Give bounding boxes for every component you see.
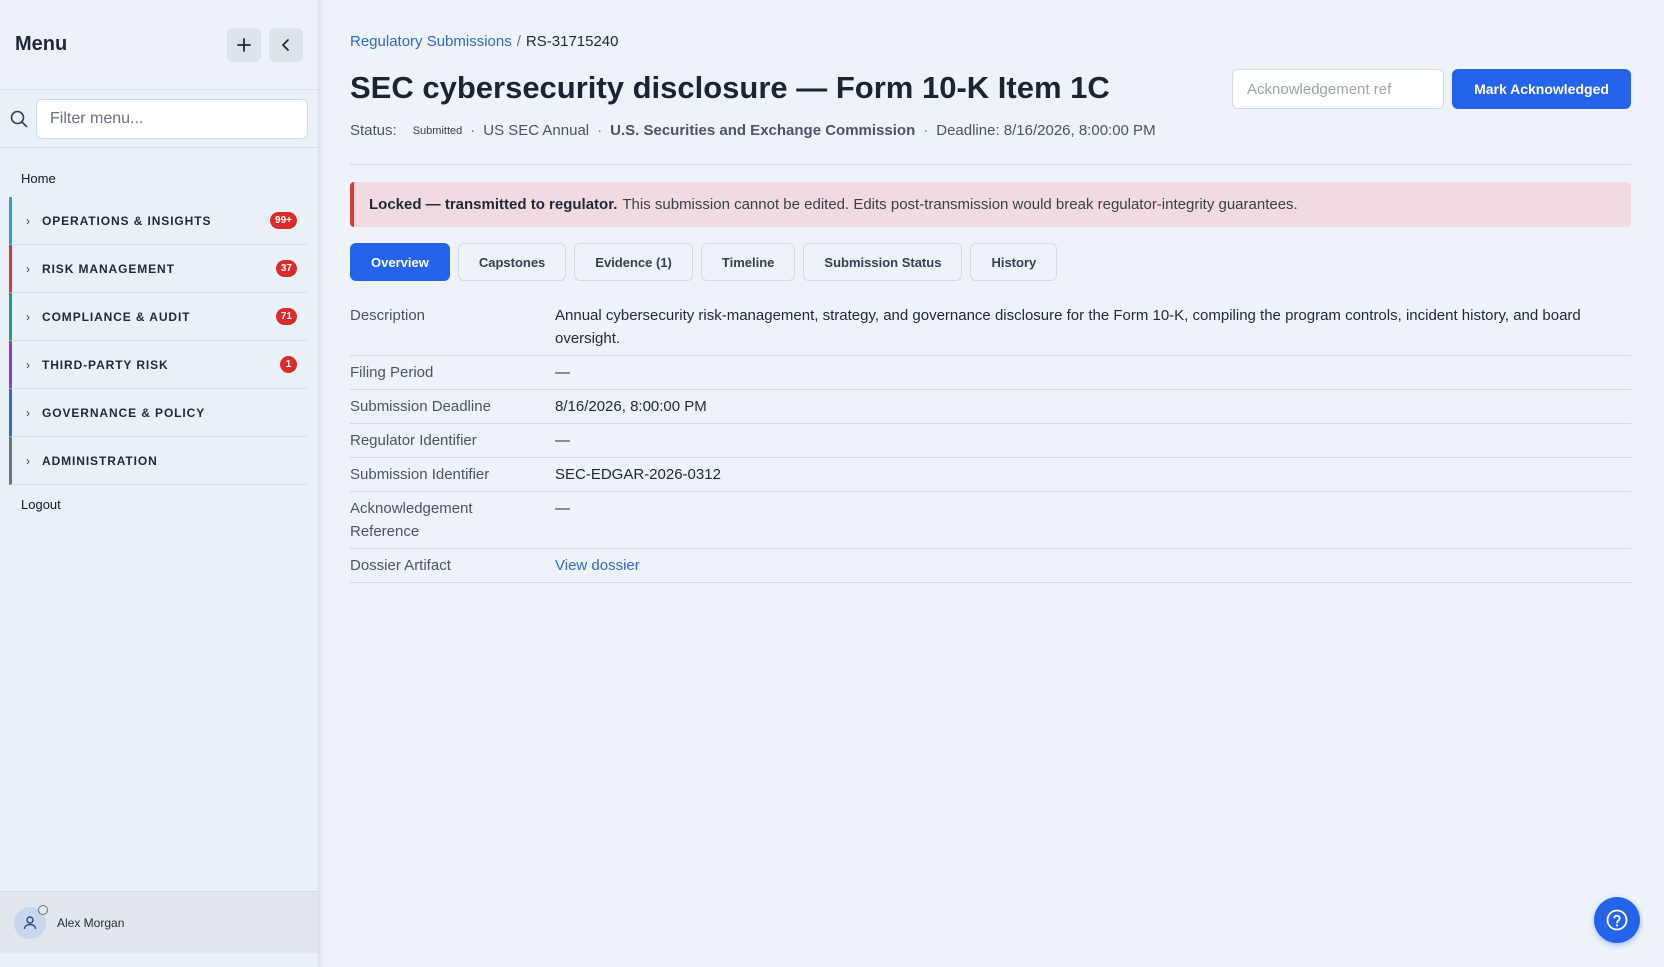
- sidebar-group-risk-management[interactable]: › RISK MANAGEMENT 37: [9, 245, 308, 293]
- avatar: [14, 904, 48, 939]
- view-dossier-link[interactable]: View dossier: [555, 554, 1631, 577]
- detail-row-submission-identifier: Submission Identifier SEC-EDGAR-2026-031…: [350, 458, 1631, 492]
- meta-separator: ·: [470, 122, 476, 139]
- sidebar-group-label: ADMINISTRATION: [42, 453, 158, 468]
- detail-value: Annual cybersecurity risk-management, st…: [555, 307, 1581, 347]
- tab-overview[interactable]: Overview: [350, 243, 450, 281]
- detail-row-filing-period: Filing Period —: [350, 356, 1631, 390]
- sidebar-group-operations-insights[interactable]: › OPERATIONS & INSIGHTS 99+: [9, 197, 308, 245]
- detail-key: Acknowledgement Reference: [350, 500, 473, 540]
- detail-key: Dossier Artifact: [350, 557, 451, 574]
- user-icon: [23, 915, 37, 929]
- sidebar: Menu Home › OPERATIONS & INSIGHTS 99+ › …: [0, 0, 319, 967]
- status-label: Status:: [350, 122, 397, 139]
- settings-dot-icon: [38, 904, 48, 915]
- regulator-label: U.S. Securities and Exchange Commission: [610, 122, 916, 139]
- tab-history[interactable]: History: [970, 243, 1058, 281]
- meta-separator: ·: [597, 122, 603, 139]
- search-icon: [10, 110, 28, 127]
- help-icon: [1606, 909, 1628, 931]
- header-divider: [350, 164, 1631, 165]
- tab-capstones[interactable]: Capstones: [457, 243, 567, 281]
- chevron-right-icon: ›: [26, 357, 30, 372]
- tab-submission-status[interactable]: Submission Status: [803, 243, 963, 281]
- locked-banner-text: This submission cannot be edited. Edits …: [622, 196, 1298, 213]
- user-name: Alex Morgan: [57, 915, 125, 930]
- tab-evidence[interactable]: Evidence (1): [574, 243, 693, 281]
- meta-separator: ·: [923, 122, 929, 139]
- help-button[interactable]: [1594, 897, 1640, 943]
- breadcrumb-current: RS-31715240: [525, 33, 619, 50]
- detail-row-dossier-artifact: Dossier Artifact View dossier: [350, 549, 1631, 583]
- sidebar-group-governance-policy[interactable]: › GOVERNANCE & POLICY: [9, 389, 308, 437]
- sidebar-item-logout[interactable]: Logout: [0, 485, 318, 523]
- detail-key: Submission Identifier: [350, 466, 490, 483]
- submission-meta: Status: Submitted · US SEC Annual · U.S.…: [350, 122, 1156, 139]
- detail-value: —: [555, 364, 570, 381]
- detail-row-regulator-identifier: Regulator Identifier —: [350, 424, 1631, 458]
- chevron-right-icon: ›: [26, 261, 30, 276]
- detail-row-description: Description Annual cybersecurity risk-ma…: [350, 299, 1631, 356]
- breadcrumb-separator: /: [516, 33, 521, 50]
- mark-acknowledged-button[interactable]: Mark Acknowledged: [1452, 69, 1631, 109]
- sidebar-item-home[interactable]: Home: [0, 159, 318, 197]
- detail-key: Description: [350, 307, 426, 324]
- page-title: SEC cybersecurity disclosure — Form 10-K…: [350, 70, 1110, 105]
- sidebar-header: Menu: [0, 0, 318, 90]
- count-badge: 99+: [270, 212, 297, 229]
- detail-row-acknowledgement-reference: Acknowledgement Reference —: [350, 492, 1631, 549]
- detail-key: Regulator Identifier: [350, 432, 477, 449]
- breadcrumb: Regulatory Submissions / RS-31715240: [350, 33, 619, 50]
- sidebar-group-compliance-audit[interactable]: › COMPLIANCE & AUDIT 71: [9, 293, 308, 341]
- details-table: Description Annual cybersecurity risk-ma…: [350, 299, 1631, 583]
- chevron-right-icon: ›: [26, 405, 30, 420]
- filter-menu-input[interactable]: [36, 98, 308, 139]
- sidebar-group-label: COMPLIANCE & AUDIT: [42, 309, 191, 324]
- sidebar-group-third-party-risk[interactable]: › THIRD-PARTY RISK 1: [9, 341, 308, 389]
- sidebar-group-label: GOVERNANCE & POLICY: [42, 405, 206, 420]
- framework-label: US SEC Annual: [483, 122, 590, 139]
- sidebar-group-label: RISK MANAGEMENT: [42, 261, 175, 276]
- chevron-left-icon: [282, 38, 289, 51]
- chevron-right-icon: ›: [26, 453, 30, 468]
- sidebar-title: Menu: [15, 33, 68, 55]
- detail-row-submission-deadline: Submission Deadline 8/16/2026, 8:00:00 P…: [350, 390, 1631, 424]
- locked-banner: Locked — transmitted to regulator. This …: [350, 182, 1631, 227]
- sidebar-group-administration[interactable]: › ADMINISTRATION: [9, 437, 308, 485]
- detail-value: 8/16/2026, 8:00:00 PM: [555, 398, 707, 415]
- sidebar-filter: [0, 90, 318, 148]
- detail-key: Filing Period: [350, 364, 434, 381]
- add-button[interactable]: [227, 27, 261, 62]
- detail-value: —: [555, 432, 570, 449]
- count-badge: 71: [275, 308, 297, 325]
- main-content: Regulatory Submissions / RS-31715240 SEC c…: [350, 0, 1631, 967]
- locked-banner-title: Locked — transmitted to regulator.: [369, 196, 618, 213]
- tab-bar: Overview Capstones Evidence (1) Timeline…: [350, 243, 1058, 281]
- chevron-right-icon: ›: [26, 213, 30, 228]
- user-profile[interactable]: Alex Morgan: [0, 891, 318, 953]
- sidebar-group-label: OPERATIONS & INSIGHTS: [42, 213, 212, 228]
- tab-timeline[interactable]: Timeline: [700, 243, 796, 281]
- acknowledgement-ref-input[interactable]: [1232, 69, 1444, 109]
- breadcrumb-link-regulatory-submissions[interactable]: Regulatory Submissions: [350, 33, 512, 50]
- detail-value: SEC-EDGAR-2026-0312: [555, 466, 721, 483]
- count-badge: 1: [280, 356, 297, 373]
- deadline-label: Deadline: 8/16/2026, 8:00:00 PM: [936, 122, 1156, 139]
- detail-value: —: [555, 500, 570, 517]
- detail-key: Submission Deadline: [350, 398, 491, 415]
- chevron-right-icon: ›: [26, 309, 30, 324]
- status-badge: Submitted: [412, 124, 463, 137]
- plus-icon: [237, 37, 251, 52]
- collapse-sidebar-button[interactable]: [269, 27, 303, 62]
- count-badge: 37: [275, 260, 297, 277]
- sidebar-group-label: THIRD-PARTY RISK: [42, 357, 169, 372]
